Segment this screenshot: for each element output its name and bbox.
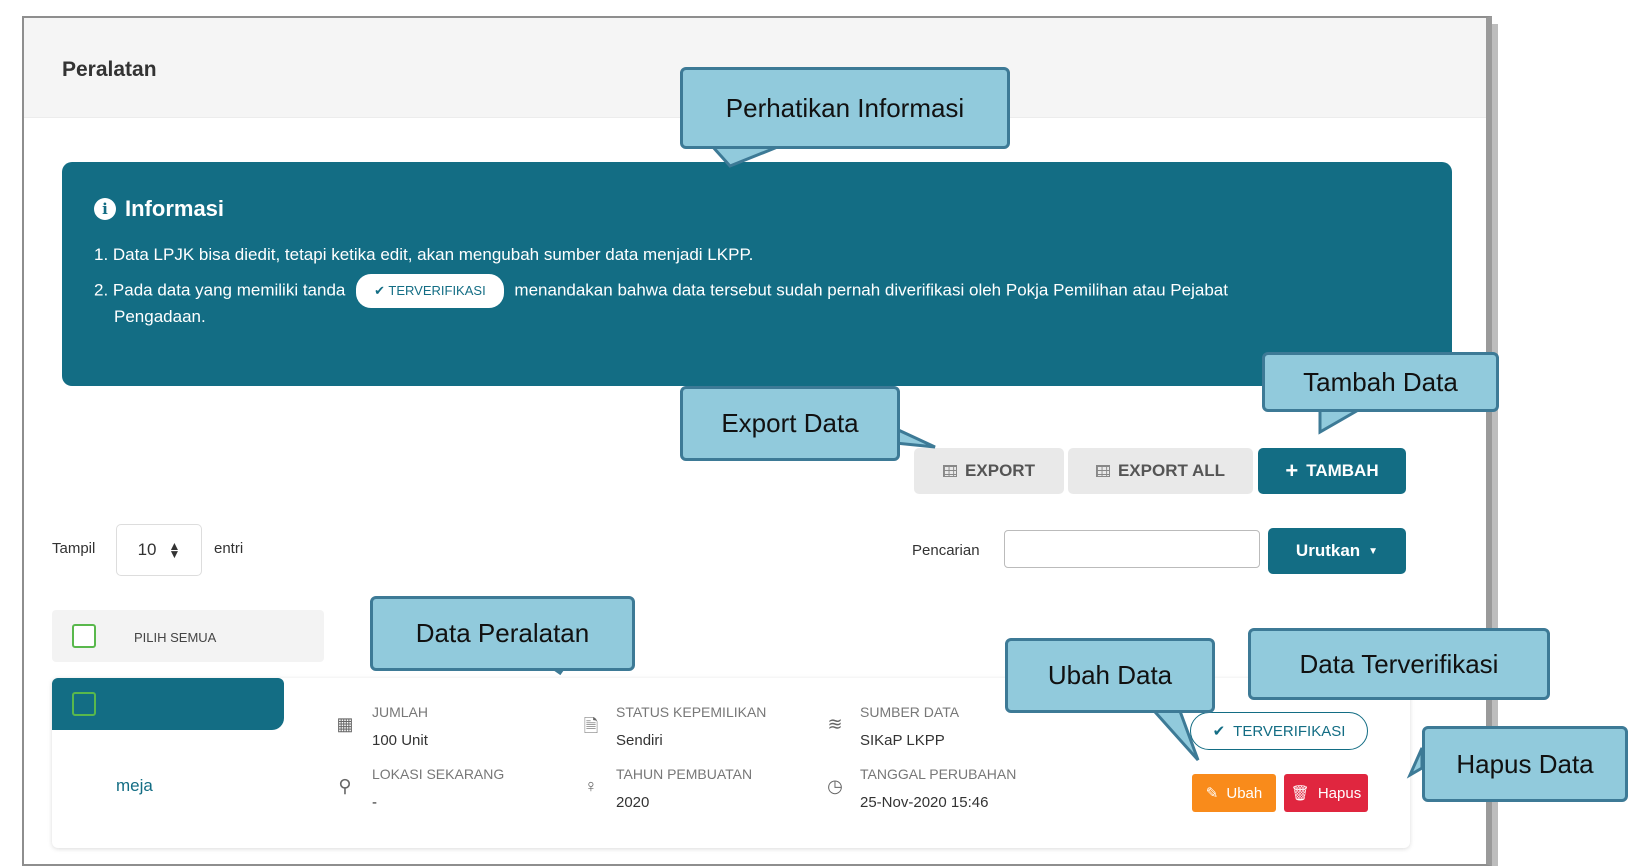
export-button[interactable]: EXPORT (914, 448, 1064, 494)
callout-perhatikan: Perhatikan Informasi (680, 67, 1010, 149)
check-icon: ✔ (1212, 723, 1226, 740)
search-label: Pencarian (912, 542, 980, 559)
info-line-2: 2. Pada data yang memiliki tanda ✔ TERVE… (94, 274, 1228, 308)
tahun-value: 2020 (616, 794, 650, 811)
tanggal-label: TANGGAL PERUBAHAN (860, 766, 1017, 782)
callout-ubah: Ubah Data (1005, 638, 1215, 713)
info-icon: i (94, 198, 116, 220)
callout-terverifikasi: Data Terverifikasi (1248, 628, 1550, 700)
status-label: STATUS KEPEMILIKAN (616, 704, 767, 720)
export-all-button-label: EXPORT ALL (1117, 461, 1226, 480)
jumlah-label: JUMLAH (372, 704, 429, 720)
plus-icon: + (1285, 458, 1299, 483)
info-line-2-before: 2. Pada data yang memiliki tanda (94, 280, 346, 300)
table-icon (943, 465, 958, 477)
callout-tambah: Tambah Data (1262, 352, 1499, 412)
lokasi-value: - (372, 794, 377, 811)
hapus-button[interactable]: 🗑 Hapus (1284, 774, 1368, 812)
info-line-2-after: menandakan bahwa data tersebut sudah per… (514, 280, 1228, 300)
ubah-button-label: Ubah (1226, 784, 1263, 802)
sumber-label: SUMBER DATA (860, 704, 960, 720)
document-icon: 🗎 (583, 716, 599, 736)
info-panel: i Informasi 1. Data LPJK bisa diedit, te… (62, 162, 1452, 386)
hapus-button-label: Hapus (1317, 784, 1362, 802)
lokasi-label: LOKASI SEKARANG (372, 766, 505, 782)
info-heading-text: Informasi (125, 196, 225, 221)
tambah-button-label: TAMBAH (1306, 461, 1379, 480)
chevron-down-icon: ▼ (1368, 545, 1379, 557)
list-item-checkbox[interactable] (72, 692, 96, 716)
item-name[interactable]: meja (116, 776, 153, 796)
verified-badge-example-label: TERVERIFIKASI (388, 283, 486, 298)
sort-caret-icon: ▲ ▼ (168, 539, 181, 561)
callout-export: Export Data (680, 386, 900, 461)
ubah-button[interactable]: ✎ Ubah (1192, 774, 1276, 812)
table-icon (1095, 465, 1110, 477)
info-heading: i Informasi (94, 196, 224, 222)
edit-icon: ✎ (1205, 785, 1219, 802)
database-icon: ≋ (827, 714, 843, 734)
list-item-header (52, 678, 284, 730)
tambah-button[interactable]: + TAMBAH (1258, 448, 1406, 494)
search-input[interactable] (1004, 530, 1260, 568)
select-all-checkbox[interactable] (72, 624, 96, 648)
tanggal-value: 25-Nov-2020 15:46 (860, 794, 989, 811)
entri-label: entri (214, 540, 244, 557)
trash-icon: 🗑 (1290, 785, 1310, 802)
tampil-label: Tampil (52, 540, 96, 557)
lightbulb-icon: ♀ (584, 776, 598, 796)
export-all-button[interactable]: EXPORT ALL (1068, 448, 1253, 494)
export-button-label: EXPORT (965, 461, 1035, 480)
verified-badge-label: TERVERIFIKASI (1233, 722, 1346, 740)
tahun-label: TAHUN PEMBUATAN (616, 766, 753, 782)
verified-badge-example: ✔ TERVERIFIKASI (356, 274, 504, 308)
grid-icon: ▦ (336, 714, 354, 734)
status-value: Sendiri (616, 732, 663, 749)
page-title: Peralatan (62, 58, 157, 81)
info-line-1: 1. Data LPJK bisa diedit, tetapi ketika … (94, 245, 754, 264)
select-all-row[interactable]: PILIH SEMUA (52, 610, 324, 662)
clock-icon: ◷ (827, 776, 843, 796)
select-all-label: PILIH SEMUA (134, 630, 217, 645)
jumlah-value: 100 Unit (372, 732, 428, 749)
verified-badge: ✔ TERVERIFIKASI (1190, 712, 1368, 750)
callout-hapus: Hapus Data (1422, 726, 1628, 802)
map-pin-icon: ⚲ (338, 776, 352, 796)
callout-data-peralatan: Data Peralatan (370, 596, 635, 671)
page-size-value: 10 (137, 540, 157, 559)
sumber-value: SIKaP LKPP (860, 732, 945, 749)
urutkan-button[interactable]: Urutkan ▼ (1268, 528, 1406, 574)
page-size-select[interactable]: 10 ▲ ▼ (116, 524, 202, 576)
info-line-3: Pengadaan. (114, 307, 206, 326)
urutkan-button-label: Urutkan (1295, 541, 1361, 560)
